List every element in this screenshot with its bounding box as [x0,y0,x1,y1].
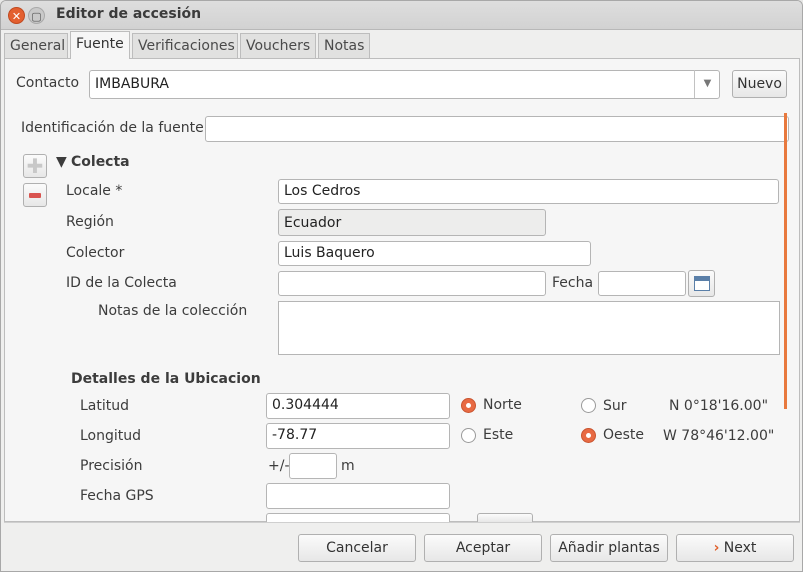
accession-editor-window: ✕ ▢ Editor de accesión General Fuente Ve… [0,0,803,572]
longitude-label: Longitud [80,428,142,444]
add-plants-button[interactable]: Añadir plantas [550,534,668,562]
south-radio[interactable] [581,398,596,413]
precision-input[interactable] [289,453,337,479]
gps-date-label: Fecha GPS [80,488,154,504]
collection-id-input[interactable] [278,271,546,296]
contact-label: Contacto [16,75,80,91]
minus-icon [29,193,41,198]
cancel-button[interactable]: Cancelar [298,534,416,562]
region-select[interactable]: Ecuador [278,209,546,236]
new-contact-button[interactable]: Nuevo [732,70,787,98]
latitude-label: Latitud [80,398,130,414]
tab-fuente[interactable]: Fuente [70,31,130,59]
collection-notes-textarea[interactable] [278,301,780,355]
accept-button[interactable]: Aceptar [424,534,542,562]
east-label: Este [483,427,514,443]
north-radio[interactable] [461,398,476,413]
title-bar: ✕ ▢ Editor de accesión [1,1,802,30]
tab-verificaciones[interactable]: Verificaciones [132,33,238,58]
collector-label: Colector [66,245,125,261]
contact-combobox[interactable]: IMBABURA [89,70,720,99]
region-label: Región [66,214,114,230]
footer-divider [4,522,800,523]
date-input[interactable] [598,271,686,296]
collector-input[interactable]: Luis Baquero [278,241,591,266]
tab-notas[interactable]: Notas [318,33,370,58]
maximize-icon[interactable]: ▢ [28,7,45,24]
locale-input[interactable]: Los Cedros [278,179,779,204]
gps-date-input[interactable] [266,483,450,509]
west-label: Oeste [603,427,645,443]
clipped-input[interactable] [266,513,450,522]
disclosure-triangle-icon[interactable]: ▼ [56,154,67,170]
precision-unit: m [341,458,355,474]
calendar-button[interactable] [688,270,715,297]
collection-notes-label: Notas de la colección [98,303,248,319]
collection-section-header: Colecta [71,154,130,170]
latitude-readout: N 0°18'16.00" [669,398,769,414]
scroll-edge-indicator [784,113,787,409]
tab-vouchers[interactable]: Vouchers [240,33,316,58]
chevron-down-icon[interactable]: ▼ [694,70,720,98]
longitude-readout: W 78°46'12.00" [663,428,775,444]
next-button-label: Next [723,540,757,556]
window-title: Editor de accesión [56,6,202,22]
south-label: Sur [603,398,627,414]
clipped-button[interactable] [477,513,533,522]
precision-prefix: +/- [268,458,290,474]
west-radio[interactable] [581,428,596,443]
tab-general[interactable]: General [4,33,68,58]
locale-label: Locale * [66,183,123,199]
north-label: Norte [483,397,522,413]
longitude-input[interactable]: -78.77 [266,423,450,449]
source-id-label: Identificación de la fuente [21,120,204,136]
latitude-input[interactable]: 0.304444 [266,393,450,419]
plus-icon[interactable]: ✚ [23,154,47,178]
collection-id-label: ID de la Colecta [66,275,177,291]
calendar-icon [694,276,710,291]
remove-button[interactable] [23,183,47,207]
chevron-right-icon: › [713,540,720,556]
location-section-header: Detalles de la Ubicacion [71,371,261,387]
close-icon[interactable]: ✕ [8,7,25,24]
next-button[interactable]: › Next [676,534,794,562]
contact-value: IMBABURA [95,76,169,92]
precision-label: Precisión [80,458,143,474]
date-label: Fecha [552,275,594,291]
east-radio[interactable] [461,428,476,443]
source-id-input[interactable] [205,116,789,142]
